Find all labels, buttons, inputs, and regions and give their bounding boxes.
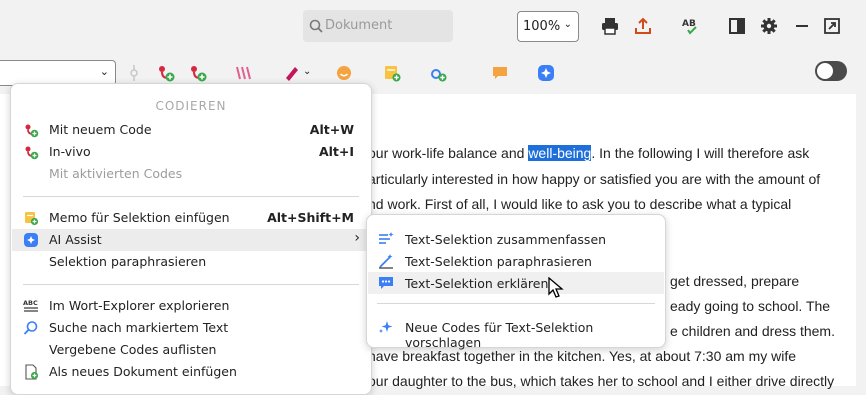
menu-item-shortcut: Alt+Shift+M — [267, 210, 354, 225]
menu-separator — [23, 284, 359, 285]
menu-separator — [23, 196, 359, 197]
menu-item-label: Mit aktivierten Codes — [49, 166, 183, 181]
code-pin-icon[interactable] — [124, 63, 144, 83]
print-icon[interactable] — [600, 16, 620, 36]
svg-text:ABC: ABC — [23, 299, 38, 307]
ai-assist-icon — [24, 233, 38, 247]
doc-line-4: get dressed, prepare — [670, 273, 800, 289]
menu-item-label: AI Assist — [49, 232, 102, 247]
doc-line-1: our work-life balance and well-being. In… — [368, 145, 810, 161]
in-vivo-icon[interactable] — [188, 63, 208, 83]
menu-item-label: Mit neuem Code — [49, 122, 152, 137]
zoom-select[interactable]: 100% ⌄ — [517, 11, 579, 42]
menu-item-label: Selektion paraphrasieren — [49, 254, 207, 269]
panel-toggle-icon[interactable] — [727, 16, 747, 36]
doc-line-7: have breakfast together in the kitchen. … — [368, 348, 797, 364]
highlight-pen-icon[interactable] — [282, 63, 302, 83]
search-icon — [23, 321, 38, 335]
summarize-icon — [379, 232, 394, 244]
menu-header: CODIEREN — [155, 99, 227, 113]
popout-icon[interactable] — [822, 16, 842, 36]
menu-item-shortcut: Alt+W — [309, 122, 354, 137]
new-code-icon[interactable] — [156, 63, 176, 83]
menu-item-list-codes[interactable]: Vergebene Codes auflisten — [12, 339, 370, 361]
comment-icon[interactable] — [490, 63, 510, 83]
selected-text: well-being — [528, 145, 592, 161]
paraphrase-icon — [379, 254, 393, 269]
submenu-item-label: Neue Codes für Text-Selektion vorschlage… — [405, 320, 594, 350]
submenu-item-suggest-codes[interactable]: Neue Codes für Text-Selektion vorschlage… — [368, 316, 664, 350]
search-placeholder: Dokument — [325, 18, 393, 33]
search-icon — [309, 19, 323, 33]
menu-item-label: Memo für Selektion einfügen — [49, 210, 230, 225]
menu-item-search-selection[interactable]: Suche nach markiertem Text — [12, 317, 370, 339]
spellcheck-icon[interactable]: AB — [680, 16, 700, 36]
menu-item-label: Als neues Dokument einfügen — [49, 364, 237, 379]
menu-item-label: In-vivo — [49, 144, 91, 159]
menu-item-ai-assist[interactable]: AI Assist › — [12, 229, 370, 251]
menu-item-label: Suche nach markiertem Text — [49, 320, 229, 335]
mouse-cursor-icon — [548, 277, 564, 298]
chat-bubble-icon — [379, 277, 393, 289]
submenu-item-label: Text-Selektion paraphrasieren — [405, 254, 592, 269]
link-icon[interactable] — [428, 63, 448, 83]
context-menu: CODIEREN Mit neuem Code Alt+W In-vivo Al… — [10, 83, 372, 395]
submenu-item-label: Text-Selektion zusammenfassen — [405, 232, 607, 247]
doc-line-3: nd work. First of all, I would like to a… — [368, 196, 792, 212]
zoom-value: 100% — [523, 19, 561, 34]
doc-line-5: eady going to school. The — [670, 298, 831, 314]
submenu-item-label: Text-Selektion erklären — [405, 276, 549, 291]
word-explorer-icon: ABC — [23, 299, 38, 312]
chevron-down-icon: ⌄ — [99, 65, 109, 78]
doc-line-2: articularly interested in how happy or s… — [368, 171, 821, 187]
menu-item-label: Im Wort-Explorer explorieren — [49, 298, 230, 313]
submenu-separator — [377, 303, 655, 304]
emoji-code-icon[interactable] — [334, 63, 354, 83]
menu-item-new-document[interactable]: Als neues Dokument einfügen — [12, 361, 370, 383]
export-icon[interactable] — [633, 16, 653, 36]
chevron-down-icon[interactable]: ⌄ — [303, 66, 311, 77]
emoticode-icon[interactable] — [234, 63, 254, 83]
new-code-icon — [25, 124, 39, 138]
top-toolbar: Dokument 100% ⌄ AB — [0, 0, 866, 52]
chevron-right-icon: › — [354, 230, 360, 246]
scrollbar[interactable] — [856, 94, 866, 386]
menu-item-paraphrase[interactable]: Selektion paraphrasieren — [12, 251, 370, 273]
menu-item-label: Vergebene Codes auflisten — [49, 342, 217, 357]
doc-line-6: e children and dress them. — [670, 323, 835, 339]
menu-item-in-vivo[interactable]: In-vivo Alt+I — [12, 141, 370, 163]
sparkle-icon — [379, 321, 393, 333]
minimize-icon[interactable] — [792, 16, 812, 36]
menu-item-shortcut: Alt+I — [318, 144, 354, 159]
menu-item-insert-memo[interactable]: Memo für Selektion einfügen Alt+Shift+M — [12, 207, 370, 229]
chevron-down-icon: ⌄ — [563, 19, 572, 30]
memo-icon — [25, 212, 39, 226]
ai-assist-icon[interactable] — [536, 63, 556, 83]
svg-text:AB: AB — [682, 19, 696, 29]
submenu-item-paraphrase[interactable]: Text-Selektion paraphrasieren — [368, 250, 664, 272]
new-document-icon — [25, 364, 39, 380]
submenu-item-summarize[interactable]: Text-Selektion zusammenfassen — [368, 228, 664, 250]
search-input[interactable]: Dokument — [303, 10, 453, 42]
ai-assist-submenu: Text-Selektion zusammenfassen Text-Selek… — [366, 214, 666, 350]
submenu-item-explain[interactable]: Text-Selektion erklären — [368, 272, 664, 294]
memo-icon[interactable] — [382, 63, 402, 83]
menu-item-new-code[interactable]: Mit neuem Code Alt+W — [12, 119, 370, 141]
menu-item-activated-codes: Mit aktivierten Codes — [12, 163, 370, 185]
edit-mode-toggle[interactable] — [815, 61, 847, 81]
settings-icon[interactable] — [759, 16, 779, 36]
doc-line-8: our daughter to the bus, which takes her… — [368, 373, 835, 389]
in-vivo-icon — [25, 146, 39, 160]
menu-item-word-explorer[interactable]: ABC Im Wort-Explorer explorieren — [12, 295, 370, 317]
